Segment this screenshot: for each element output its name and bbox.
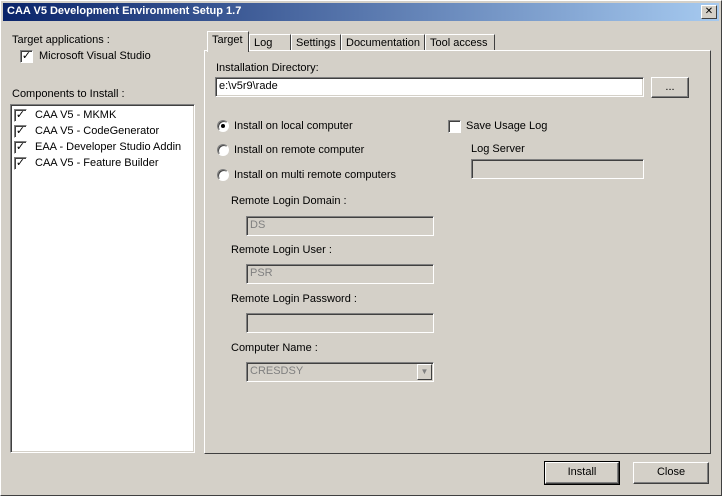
component-checkbox[interactable]: ✓ — [14, 125, 27, 138]
component-checkbox[interactable]: ✓ — [14, 141, 27, 154]
check-icon: ✓ — [15, 157, 26, 169]
component-checkbox[interactable]: ✓ — [14, 109, 27, 122]
log-server-label: Log Server — [471, 143, 525, 155]
computer-name-value: CRESDSY — [250, 365, 304, 377]
tab-documentation[interactable]: Documentation — [341, 34, 425, 51]
component-label: CAA V5 - CodeGenerator — [35, 125, 160, 137]
check-icon: ✓ — [15, 125, 26, 137]
install-multi-remote-label: Install on multi remote computers — [234, 169, 397, 181]
tab-tool-access[interactable]: Tool access — [425, 34, 495, 51]
component-label: EAA - Developer Studio Addin — [35, 141, 182, 153]
target-applications-label: Target applications : — [12, 34, 110, 46]
install-remote-option[interactable]: Install on remote computer — [217, 143, 417, 159]
target-app-label: Microsoft Visual Studio — [39, 50, 151, 62]
remote-user-input[interactable]: PSR — [246, 264, 434, 284]
tab-label: Documentation — [346, 37, 420, 49]
save-usage-log-option[interactable]: Save Usage Log — [448, 119, 568, 135]
save-usage-log-checkbox[interactable] — [448, 120, 461, 133]
log-server-input[interactable] — [471, 159, 644, 179]
target-app-visual-studio[interactable]: ✓ Microsoft Visual Studio — [20, 49, 200, 65]
title-bar[interactable]: CAA V5 Development Environment Setup 1.7… — [3, 3, 719, 21]
tab-label: Settings — [296, 37, 336, 49]
tab-label: Target — [212, 34, 243, 46]
remote-user-label: Remote Login User : — [231, 244, 332, 256]
install-multi-remote-radio[interactable] — [217, 169, 229, 181]
check-icon: ✓ — [21, 50, 32, 62]
remote-domain-input[interactable]: DS — [246, 216, 434, 236]
install-dir-input[interactable]: e:\v5r9\rade — [215, 77, 644, 97]
component-label: CAA V5 - MKMK — [35, 109, 117, 121]
chevron-down-icon[interactable]: ▼ — [417, 364, 432, 380]
tab-label: Tool access — [430, 37, 488, 49]
check-icon: ✓ — [15, 141, 26, 153]
install-dir-label: Installation Directory: — [216, 62, 319, 74]
computer-name-select[interactable]: CRESDSY ▼ — [246, 362, 434, 382]
close-icon: ✕ — [704, 6, 714, 17]
target-app-checkbox[interactable]: ✓ — [20, 50, 33, 63]
install-button[interactable]: Install — [544, 461, 620, 485]
install-remote-radio[interactable] — [217, 144, 229, 156]
components-label: Components to Install : — [12, 88, 125, 100]
remote-password-input[interactable] — [246, 313, 434, 333]
tab-log[interactable]: Log — [249, 34, 291, 51]
component-label: CAA V5 - Feature Builder — [35, 157, 159, 169]
components-list[interactable]: ✓ CAA V5 - MKMK ✓ CAA V5 - CodeGenerator… — [10, 104, 195, 453]
target-tab-panel: Installation Directory: e:\v5r9\rade ...… — [204, 50, 711, 454]
install-remote-label: Install on remote computer — [234, 144, 365, 156]
install-local-label: Install on local computer — [234, 120, 353, 132]
tab-settings[interactable]: Settings — [291, 34, 341, 51]
browse-button[interactable]: ... — [651, 77, 689, 98]
setup-dialog: CAA V5 Development Environment Setup 1.7… — [0, 0, 722, 496]
close-button[interactable]: Close — [633, 462, 709, 484]
install-multi-remote-option[interactable]: Install on multi remote computers — [217, 168, 437, 184]
remote-password-label: Remote Login Password : — [231, 293, 357, 305]
remote-domain-label: Remote Login Domain : — [231, 195, 347, 207]
tab-label: Log — [254, 37, 273, 49]
window-title: CAA V5 Development Environment Setup 1.7 — [7, 5, 242, 17]
install-local-option[interactable]: Install on local computer — [217, 119, 417, 135]
save-usage-log-label: Save Usage Log — [466, 120, 548, 132]
tab-target[interactable]: Target — [207, 31, 249, 52]
window-close-button[interactable]: ✕ — [701, 5, 717, 19]
component-checkbox[interactable]: ✓ — [14, 157, 27, 170]
computer-name-label: Computer Name : — [231, 342, 318, 354]
install-local-radio[interactable] — [217, 120, 229, 132]
check-icon: ✓ — [15, 109, 26, 121]
